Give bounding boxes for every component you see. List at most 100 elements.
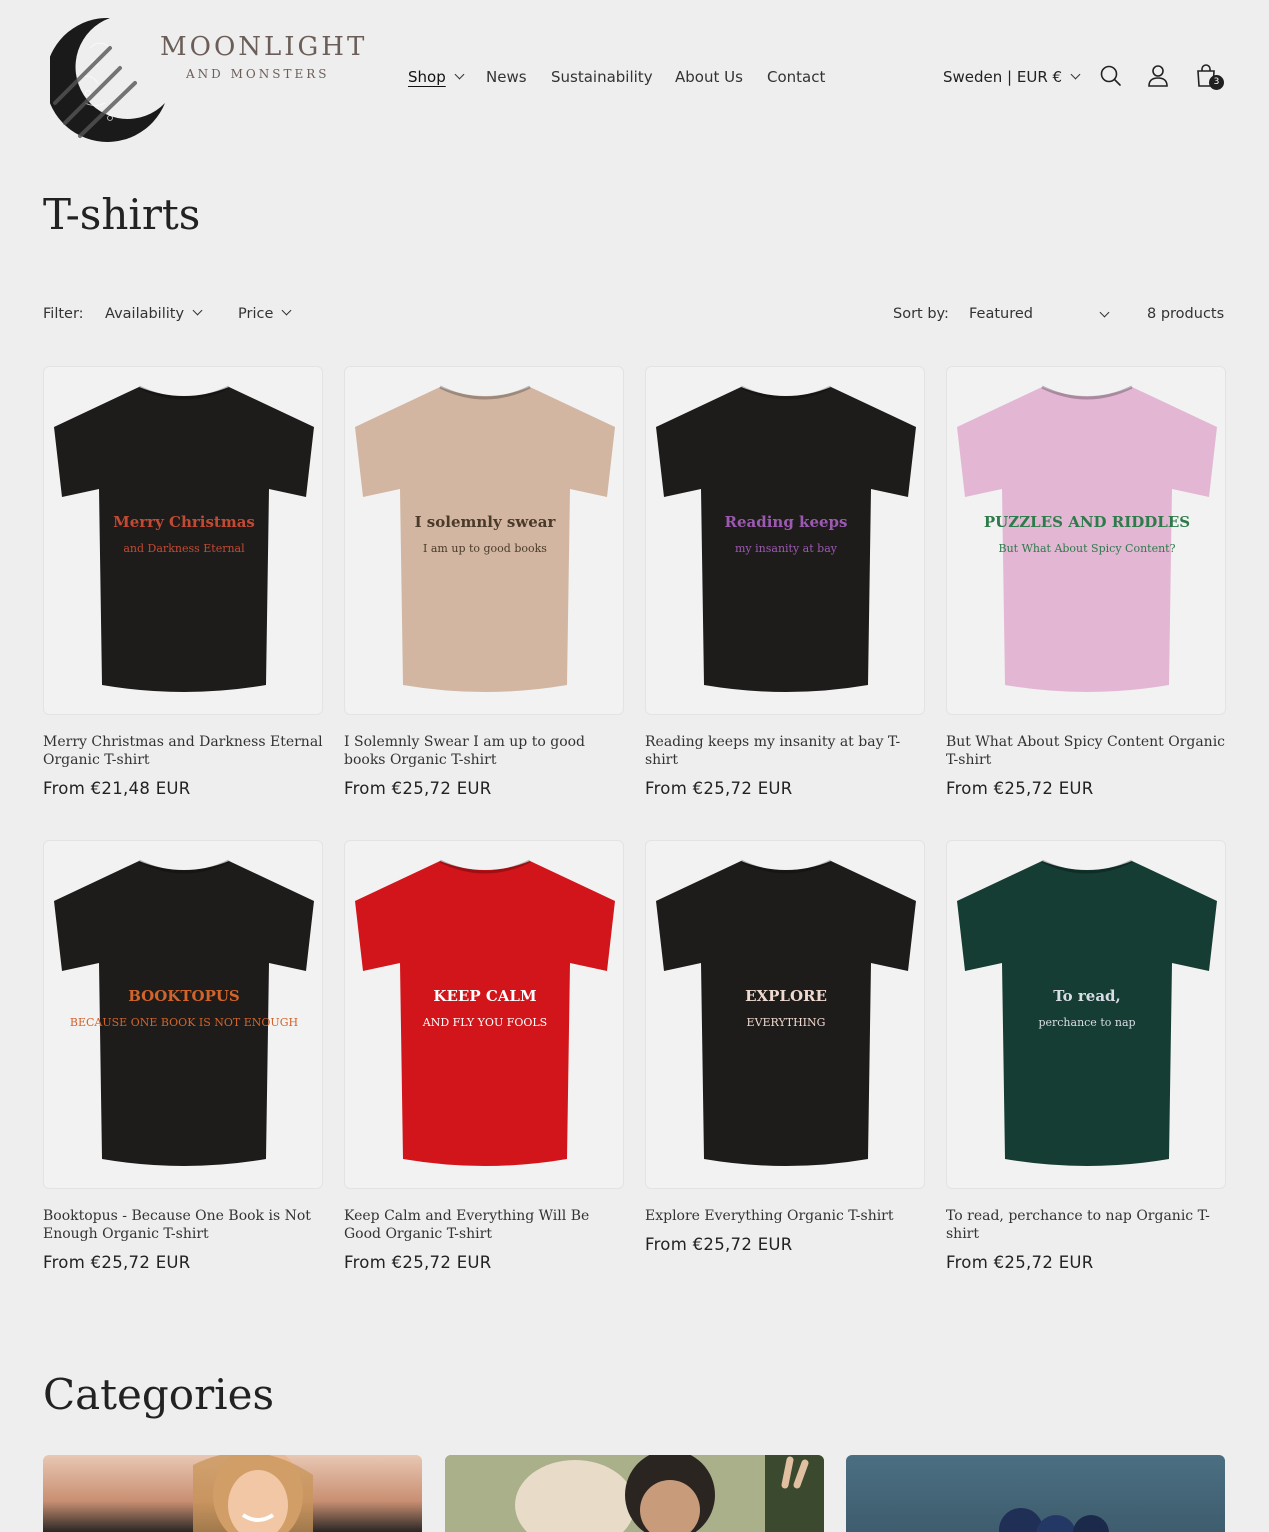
product-title[interactable]: But What About Spicy Content Organic T-s…	[946, 733, 1226, 769]
chevron-down-icon	[1099, 307, 1110, 318]
search-icon	[1100, 65, 1121, 86]
product-image[interactable]: PUZZLES AND RIDDLES But What About Spicy …	[946, 366, 1226, 715]
t-shirt-image: Reading keeps my insanity at bay	[656, 385, 916, 692]
nav-item-contact[interactable]: Contact	[767, 68, 825, 86]
locale-label: Sweden | EUR €	[943, 68, 1063, 86]
t-shirt-print-text: I am up to good books	[423, 542, 547, 555]
product-price: From €25,72 EUR	[344, 1253, 492, 1272]
category-image	[999, 1508, 1109, 1532]
t-shirt-image: To read, perchance to nap	[957, 859, 1217, 1166]
nav-item-sustainability[interactable]: Sustainability	[551, 68, 653, 86]
t-shirt-body	[355, 861, 615, 1166]
filter-availability-label: Availability	[105, 306, 185, 322]
search-button[interactable]	[1097, 62, 1125, 90]
product-price: From €25,72 EUR	[344, 779, 492, 798]
cart-button[interactable]: 3	[1193, 62, 1224, 90]
product-image[interactable]: I solemnly swear I am up to good books	[344, 366, 624, 715]
filter-label: Filter:	[43, 306, 84, 322]
t-shirt-image: EXPLORE EVERYTHING	[656, 859, 916, 1166]
t-shirt-print-text: I solemnly swear	[415, 513, 557, 531]
category-card-blueberries[interactable]	[846, 1455, 1225, 1532]
t-shirt-print-text: EXPLORE	[745, 987, 827, 1005]
product-title[interactable]: Booktopus - Because One Book is Not Enou…	[43, 1207, 323, 1243]
categories-title: Categories	[43, 1370, 274, 1419]
product-card[interactable]: PUZZLES AND RIDDLES But What About Spicy …	[946, 366, 1226, 798]
t-shirt-body	[957, 861, 1217, 1166]
category-card-women[interactable]	[43, 1455, 422, 1532]
product-price: From €25,72 EUR	[645, 1235, 793, 1254]
t-shirt-body	[957, 387, 1217, 692]
account-button[interactable]	[1145, 62, 1173, 90]
product-card[interactable]: Reading keeps my insanity at bay Reading …	[645, 366, 925, 798]
product-card[interactable]: KEEP CALM AND FLY YOU FOOLS Keep Calm and…	[344, 840, 624, 1272]
product-card[interactable]: EXPLORE EVERYTHING Explore Everything Org…	[645, 840, 925, 1254]
sort-label: Sort by:	[893, 306, 949, 322]
filter-price[interactable]: Price	[238, 305, 292, 322]
t-shirt-print-text: Merry Christmas	[113, 513, 255, 531]
product-image[interactable]: BOOKTOPUS BECAUSE ONE BOOK IS NOT ENOUGH	[43, 840, 323, 1189]
category-card-people[interactable]	[445, 1455, 824, 1532]
sort-value: Featured	[969, 306, 1033, 322]
category-image	[445, 1455, 824, 1532]
t-shirt-print-text: To read,	[1053, 987, 1121, 1005]
chevron-down-icon	[454, 69, 465, 80]
site-header: MOONLIGHT AND MONSTERS Shop News Sustain…	[0, 0, 1269, 155]
product-card[interactable]: I solemnly swear I am up to good books I …	[344, 366, 624, 798]
locale-selector[interactable]: Sweden | EUR €	[943, 68, 1081, 86]
sort-select[interactable]: Featured	[969, 306, 1112, 322]
product-card[interactable]: To read, perchance to nap To read, percha…	[946, 840, 1226, 1272]
product-image[interactable]: Reading keeps my insanity at bay	[645, 366, 925, 715]
product-title[interactable]: Keep Calm and Everything Will Be Good Or…	[344, 1207, 624, 1243]
t-shirt-print-text: my insanity at bay	[735, 542, 838, 555]
product-image[interactable]: Merry Christmas and Darkness Eternal	[43, 366, 323, 715]
t-shirt-body	[54, 387, 314, 692]
t-shirt-print-text: KEEP CALM	[433, 987, 536, 1005]
t-shirt-image: I solemnly swear I am up to good books	[355, 385, 615, 692]
product-title[interactable]: Explore Everything Organic T-shirt	[645, 1207, 925, 1225]
product-count: 8 products	[1147, 306, 1225, 322]
product-card[interactable]: BOOKTOPUS BECAUSE ONE BOOK IS NOT ENOUGH …	[43, 840, 323, 1272]
t-shirt-print-text: AND FLY YOU FOOLS	[422, 1016, 547, 1029]
t-shirt-image: BOOKTOPUS BECAUSE ONE BOOK IS NOT ENOUGH	[54, 859, 314, 1166]
product-price: From €25,72 EUR	[946, 779, 1094, 798]
nav-item-news[interactable]: News	[486, 68, 527, 86]
t-shirt-print-text: perchance to nap	[1038, 1016, 1135, 1029]
product-title[interactable]: To read, perchance to nap Organic T-shir…	[946, 1207, 1226, 1243]
product-title[interactable]: I Solemnly Swear I am up to good books O…	[344, 733, 624, 769]
product-image[interactable]: KEEP CALM AND FLY YOU FOOLS	[344, 840, 624, 1189]
t-shirt-body	[54, 861, 314, 1166]
nav-item-about-us[interactable]: About Us	[675, 68, 743, 86]
filter-price-label: Price	[238, 306, 274, 322]
chevron-down-icon	[1070, 69, 1081, 80]
page-title: T-shirts	[43, 190, 201, 239]
nav-item-label: Shop	[408, 68, 446, 86]
brand-name: MOONLIGHT	[160, 32, 368, 62]
product-card[interactable]: Merry Christmas and Darkness Eternal Merr…	[43, 366, 323, 798]
t-shirt-body	[656, 387, 916, 692]
product-image[interactable]: To read, perchance to nap	[946, 840, 1226, 1189]
product-image[interactable]: EXPLORE EVERYTHING	[645, 840, 925, 1189]
chevron-down-icon	[281, 305, 292, 316]
t-shirt-image: PUZZLES AND RIDDLES But What About Spicy …	[957, 385, 1217, 692]
category-image	[193, 1455, 313, 1532]
cart-count-badge: 3	[1209, 75, 1224, 90]
product-price: From €25,72 EUR	[946, 1253, 1094, 1272]
t-shirt-image: KEEP CALM AND FLY YOU FOOLS	[355, 859, 615, 1166]
t-shirt-print-text: EVERYTHING	[747, 1016, 826, 1029]
nav-item-shop[interactable]: Shop	[408, 68, 465, 86]
t-shirt-body	[355, 387, 615, 692]
t-shirt-print-text: But What About Spicy Content?	[999, 542, 1176, 555]
chevron-down-icon	[192, 305, 203, 316]
t-shirt-body	[656, 861, 916, 1166]
t-shirt-print-text: Reading keeps	[725, 513, 848, 531]
product-title[interactable]: Reading keeps my insanity at bay T-shirt	[645, 733, 925, 769]
product-price: From €25,72 EUR	[645, 779, 793, 798]
t-shirt-print-text: BECAUSE ONE BOOK IS NOT ENOUGH	[70, 1016, 298, 1029]
product-price: From €21,48 EUR	[43, 779, 191, 798]
product-title[interactable]: Merry Christmas and Darkness Eternal Org…	[43, 733, 323, 769]
t-shirt-print-text: BOOKTOPUS	[128, 987, 240, 1005]
account-icon	[1148, 65, 1168, 87]
filter-availability[interactable]: Availability	[105, 305, 203, 322]
filter-bar: Filter: Availability Price Sort by: Feat…	[0, 305, 1269, 328]
t-shirt-print-text: PUZZLES AND RIDDLES	[984, 513, 1190, 531]
